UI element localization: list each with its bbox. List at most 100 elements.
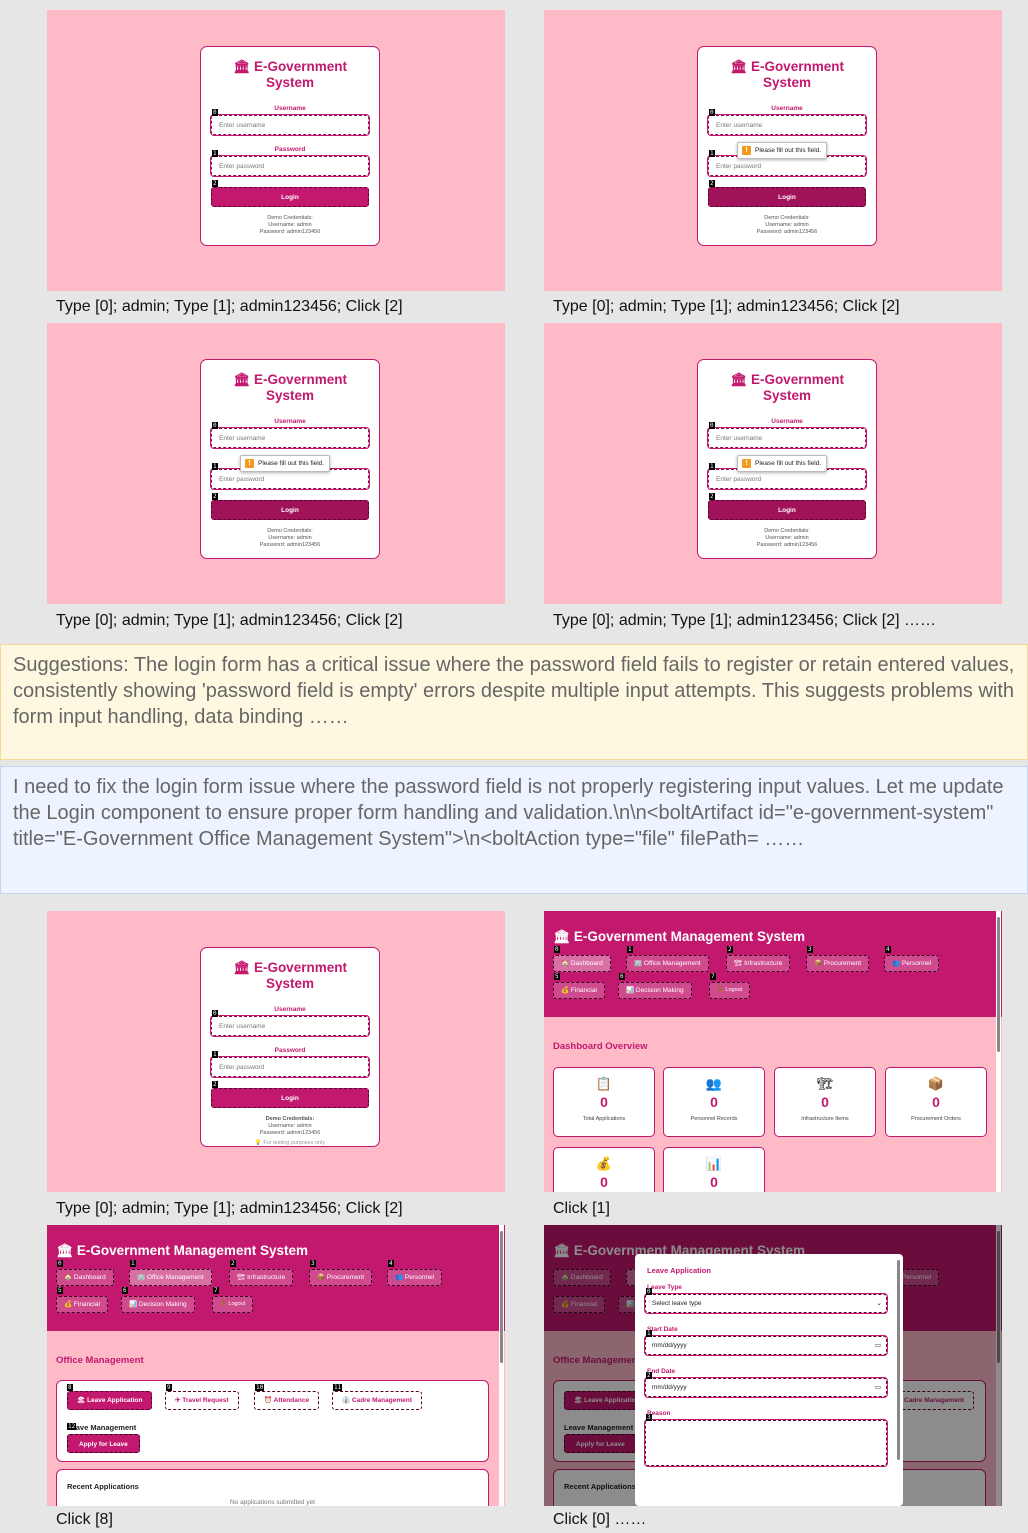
marker-0: 0 — [212, 109, 218, 116]
username-input[interactable]: Enter username — [210, 427, 370, 449]
login-title: 🏛 E-Government System — [233, 960, 347, 991]
nav-decision-making[interactable]: 📊 Decision Making — [618, 982, 692, 999]
password-input[interactable]: Enter password — [210, 155, 370, 177]
nav-decision-making[interactable]: 📊 Decision Making — [121, 1296, 195, 1313]
caption-7: Click [8] — [56, 1511, 113, 1528]
stat-card: 💰 0 — [553, 1147, 655, 1192]
recent-applications-panel: Recent Applications No applications subm… — [56, 1469, 489, 1506]
password-input[interactable]: Enter password — [210, 468, 370, 490]
tab-attendance[interactable]: ⏰ Attendance — [254, 1391, 320, 1410]
stat-card: 📦 0 Procurement Orders — [885, 1067, 987, 1137]
marker-1: 1 — [212, 463, 218, 470]
login-button[interactable]: Login — [211, 1088, 369, 1108]
leave-management-heading: Leave Management — [67, 1423, 137, 1432]
tab-travel-request[interactable]: ✈ Travel Request — [165, 1391, 239, 1410]
login-button[interactable]: Login — [211, 500, 369, 520]
login-title: 🏛 E-Government System — [233, 372, 347, 403]
stat-card: 👥 0 Personnel Records — [663, 1067, 765, 1137]
password-input[interactable]: Enter password — [210, 1056, 370, 1078]
recent-applications-heading: Recent Applications — [67, 1482, 139, 1491]
people-icon: 👥 — [395, 1274, 404, 1281]
nav-procurement[interactable]: 📦 Procurement — [309, 1269, 373, 1286]
nav-infrastructure[interactable]: 🏗 Infrastructure — [229, 1269, 294, 1286]
nav-office-management[interactable]: 🏢 Office Management — [626, 955, 709, 972]
end-date-input[interactable]: mm/dd/yyyy ▭ — [644, 1377, 888, 1398]
office-tabs-panel: 8 🏖 Leave Application 9 ✈ Travel Request… — [56, 1380, 489, 1462]
marker-2: 2 — [212, 493, 218, 500]
nav-infrastructure[interactable]: 🏗 Infrastructure — [726, 955, 791, 972]
screenshot-dashboard: 🏛 E-Government Management System 0 🏠 Das… — [544, 911, 1002, 1192]
scrollbar[interactable] — [996, 911, 1001, 1192]
nav-logout[interactable]: 🚪 Logout — [212, 1296, 254, 1313]
demo-credentials: Demo Credentials: Username: admin Password… — [259, 215, 321, 235]
reason-textarea[interactable] — [644, 1419, 888, 1467]
login-title: 🏛 E-Government System — [730, 59, 844, 90]
nav-dashboard[interactable]: 🏠 Dashboard — [553, 955, 611, 972]
nav-dashboard[interactable]: 🏠 Dashboard — [56, 1269, 114, 1286]
screenshot-login-2: 🏛 E-Government System Username 0 Enter us… — [544, 10, 1002, 291]
login-card: 🏛 E-Government System Username 0 Enter us… — [697, 359, 877, 559]
password-input[interactable]: Enter password — [707, 155, 867, 177]
stat-card: 📋 0 Total Applications — [553, 1067, 655, 1137]
caption-2: Type [0]; admin; Type [1]; admin123456; … — [553, 298, 900, 315]
username-input[interactable]: Enter username — [210, 114, 370, 136]
office-management-title: Office Management — [56, 1355, 144, 1366]
nav-personnel[interactable]: 👥 Personnel — [884, 955, 940, 972]
nav-personnel[interactable]: 👥 Personnel — [387, 1269, 443, 1286]
marker-2: 2 — [212, 1081, 218, 1088]
caption-1: Type [0]; admin; Type [1]; admin123456; … — [56, 298, 403, 315]
bar-chart-icon: 📊 — [705, 1156, 723, 1171]
people-icon: 👥 — [705, 1076, 723, 1091]
tab-cadre-management[interactable]: 👔 Cadre Management — [332, 1391, 422, 1410]
login-card: 🏛 E-Government System Username 0 Enter us… — [697, 46, 877, 246]
bank-icon: 🏛 — [233, 372, 251, 387]
caption-5: Type [0]; admin; Type [1]; admin123456; … — [56, 1200, 403, 1217]
username-label: Username — [274, 418, 306, 425]
house-icon: 🏠 — [561, 960, 570, 967]
people-icon: 👥 — [892, 960, 901, 967]
demo-credentials: Demo Credentials: Username: admin Password… — [259, 528, 321, 548]
beach-icon: 🏖 — [77, 1397, 86, 1404]
caption-8: Click [0] …… — [553, 1511, 647, 1528]
username-label: Username — [771, 418, 803, 425]
nav-office-management[interactable]: 🏢 Office Management — [129, 1269, 212, 1286]
assistant-response-box: I need to fix the login form issue where… — [0, 766, 1028, 894]
leave-type-select[interactable]: Select leave type ⌄ — [644, 1293, 888, 1314]
nav-procurement[interactable]: 📦 Procurement — [806, 955, 870, 972]
login-button[interactable]: Login — [708, 500, 866, 520]
screenshot-login-5: 🏛 E-Government System Username 0 Enter us… — [47, 911, 505, 1192]
login-card: 🏛 E-Government System Username 0 Enter us… — [200, 947, 380, 1147]
warning-icon: ! — [245, 459, 254, 468]
username-input[interactable]: Enter username — [707, 427, 867, 449]
marker-0: 0 — [709, 422, 715, 429]
money-bag-icon: 💰 — [561, 987, 570, 994]
bank-icon: 🏛 — [233, 960, 251, 975]
password-input[interactable]: Enter password — [707, 468, 867, 490]
nav-logout[interactable]: 🚪 Logout — [709, 982, 751, 999]
username-input[interactable]: Enter username — [210, 1015, 370, 1037]
marker-1: 1 — [212, 1051, 218, 1058]
calendar-icon: ▭ — [874, 1384, 881, 1391]
app-title: 🏛 E-Government Management System — [553, 929, 805, 944]
house-icon: 🏠 — [64, 1274, 73, 1281]
screenshot-login-3: 🏛 E-Government System Username 0 Enter us… — [47, 323, 505, 604]
caption-4: Type [0]; admin; Type [1]; admin123456; … — [553, 612, 937, 629]
login-button[interactable]: Login — [211, 187, 369, 207]
login-title: 🏛 E-Government System — [233, 59, 347, 90]
door-icon: 🚪 — [717, 987, 724, 993]
bank-icon: 🏛 — [553, 929, 571, 944]
login-button[interactable]: Login — [708, 187, 866, 207]
username-label: Username — [771, 105, 803, 112]
clock-icon: ⏰ — [264, 1397, 273, 1404]
login-card: 🏛 E-Government System Username 0 Enter us… — [200, 46, 380, 246]
modal-scrollbar[interactable] — [896, 1258, 901, 1502]
scrollbar[interactable] — [499, 1225, 504, 1506]
nav-financial[interactable]: 💰 Financial — [56, 1296, 108, 1313]
marker-1: 1 — [709, 463, 715, 470]
apply-for-leave-button[interactable]: Apply for Leave — [67, 1434, 140, 1453]
tab-leave-application[interactable]: 🏖 Leave Application — [67, 1391, 153, 1410]
validation-tooltip: ! Please fill out this field. — [240, 455, 331, 472]
username-input[interactable]: Enter username — [707, 114, 867, 136]
start-date-input[interactable]: mm/dd/yyyy ▭ — [644, 1335, 888, 1356]
nav-financial[interactable]: 💰 Financial — [553, 982, 605, 999]
